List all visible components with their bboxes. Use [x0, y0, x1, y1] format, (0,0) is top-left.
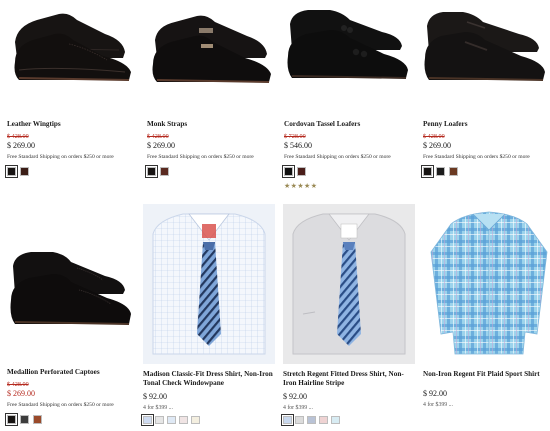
original-price: $ 428.00: [7, 381, 29, 388]
color-swatch[interactable]: [281, 414, 294, 426]
sale-price: $ 269.00: [147, 141, 175, 150]
color-swatch[interactable]: [141, 414, 154, 426]
shipping-note: Free Standard Shipping on orders $250 or…: [7, 402, 114, 408]
promo-note[interactable]: 4 for $399 ...: [423, 401, 550, 409]
original-price: $ 428.00: [423, 133, 445, 140]
original-price: $ 428.00: [147, 133, 169, 140]
product-card-medallion-captoes[interactable]: Medallion Perforated Captoes $ 428.00 $ …: [5, 246, 139, 426]
promo-note[interactable]: 4 for $399 ...: [143, 404, 275, 412]
color-swatch[interactable]: [5, 165, 18, 178]
product-title[interactable]: Medallion Perforated Captoes: [7, 368, 139, 377]
rating-stars[interactable]: ★★★★★: [284, 182, 416, 190]
product-image[interactable]: [7, 246, 139, 346]
shipping-note: Free Standard Shipping on orders $250 or…: [423, 154, 530, 160]
color-swatch[interactable]: [297, 167, 306, 176]
product-card-cordovan-tassel-loafers[interactable]: Cordovan Tassel Loafers $ 728.00 $ 546.0…: [282, 4, 416, 190]
product-card-madison-dress-shirt[interactable]: Madison Classic-Fit Dress Shirt, Non-Iro…: [141, 204, 275, 426]
product-title[interactable]: Cordovan Tassel Loafers: [284, 120, 416, 129]
product-image[interactable]: [143, 204, 275, 364]
color-swatches: [141, 414, 275, 426]
color-swatch[interactable]: [179, 416, 188, 424]
product-title[interactable]: Penny Loafers: [423, 120, 550, 129]
color-swatch[interactable]: [20, 167, 29, 176]
color-swatches: [5, 165, 139, 178]
sale-price: $ 546.00: [284, 141, 312, 150]
color-swatch[interactable]: [282, 165, 295, 178]
product-image[interactable]: [147, 4, 279, 104]
product-card-monk-straps[interactable]: Monk Straps $ 428.00 $ 269.00 Free Stand…: [145, 4, 279, 178]
color-swatch[interactable]: [155, 416, 164, 424]
color-swatch[interactable]: [160, 167, 169, 176]
original-price: $ 728.00: [284, 133, 306, 140]
product-grid: Leather Wingtips $ 428.00 $ 269.00 Free …: [0, 0, 550, 431]
sale-price: $ 269.00: [7, 389, 35, 398]
original-price: $ 428.00: [7, 133, 29, 140]
product-title[interactable]: Leather Wingtips: [7, 120, 139, 129]
shipping-note: Free Standard Shipping on orders $250 or…: [147, 154, 254, 160]
product-image[interactable]: [423, 204, 550, 364]
color-swatches: [281, 414, 415, 426]
color-swatches: [421, 165, 550, 178]
sale-price: $ 269.00: [423, 141, 451, 150]
color-swatches: [5, 413, 139, 426]
product-image[interactable]: [423, 4, 550, 104]
price: $ 92.00: [283, 392, 307, 401]
color-swatch[interactable]: [331, 416, 340, 424]
product-title[interactable]: Stretch Regent Fitted Dress Shirt, Non-I…: [283, 370, 415, 388]
color-swatch[interactable]: [33, 415, 42, 424]
price: $ 92.00: [423, 389, 447, 398]
color-swatch[interactable]: [421, 165, 434, 178]
color-swatch[interactable]: [5, 413, 18, 426]
color-swatches: [282, 165, 416, 178]
color-swatch[interactable]: [449, 167, 458, 176]
color-swatch[interactable]: [167, 416, 176, 424]
color-swatch[interactable]: [20, 415, 29, 424]
color-swatch[interactable]: [191, 416, 200, 424]
shipping-note: Free Standard Shipping on orders $250 or…: [284, 154, 391, 160]
promo-note[interactable]: 4 for $399 ...: [283, 404, 415, 412]
shipping-note: Free Standard Shipping on orders $250 or…: [7, 154, 114, 160]
color-swatch[interactable]: [145, 165, 158, 178]
color-swatch[interactable]: [295, 416, 304, 424]
product-image[interactable]: [284, 4, 416, 104]
product-title[interactable]: Non-Iron Regent Fit Plaid Sport Shirt: [423, 370, 550, 379]
product-card-stretch-regent-shirt[interactable]: Stretch Regent Fitted Dress Shirt, Non-I…: [281, 204, 415, 426]
color-swatches: [145, 165, 279, 178]
color-swatch[interactable]: [307, 416, 316, 424]
product-image[interactable]: [283, 204, 415, 364]
price: $ 92.00: [143, 392, 167, 401]
product-image[interactable]: [7, 4, 139, 104]
product-card-penny-loafers[interactable]: Penny Loafers $ 428.00 $ 269.00 Free Sta…: [421, 4, 550, 178]
product-title[interactable]: Monk Straps: [147, 120, 279, 129]
sale-price: $ 269.00: [7, 141, 35, 150]
color-swatch[interactable]: [436, 167, 445, 176]
product-card-leather-wingtips[interactable]: Leather Wingtips $ 428.00 $ 269.00 Free …: [5, 4, 139, 178]
product-title[interactable]: Madison Classic-Fit Dress Shirt, Non-Iro…: [143, 370, 275, 388]
color-swatch[interactable]: [319, 416, 328, 424]
product-card-plaid-sport-shirt[interactable]: Non-Iron Regent Fit Plaid Sport Shirt $ …: [423, 204, 550, 409]
